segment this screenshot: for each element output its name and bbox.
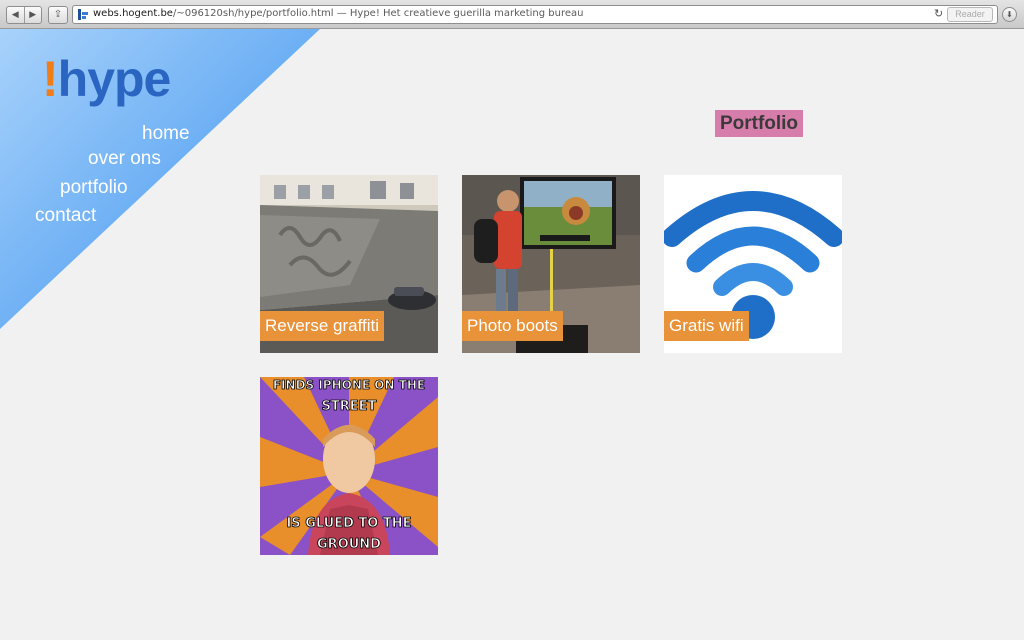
portfolio-item-photo-boots[interactable]: Photo boots — [462, 175, 640, 353]
back-button[interactable]: ◀ — [7, 7, 25, 23]
address-bar[interactable]: webs.hogent.be/~096120sh/hype/portfolio.… — [72, 5, 998, 24]
svg-text:FINDS IPHONE ON THE: FINDS IPHONE ON THE — [273, 378, 425, 392]
forward-button[interactable]: ▶ — [25, 7, 42, 23]
svg-text:IS GLUED TO THE: IS GLUED TO THE — [286, 516, 411, 531]
nav-home[interactable]: home — [142, 123, 190, 145]
svg-text:GROUND: GROUND — [317, 537, 381, 552]
reader-button[interactable]: Reader — [947, 7, 993, 22]
browser-toolbar: ◀ ▶ ⇪ webs.hogent.be/~096120sh/hype/port… — [0, 0, 1024, 29]
url-host: webs.hogent.be — [93, 8, 173, 19]
portfolio-caption: Gratis wifi — [664, 311, 749, 341]
reload-icon[interactable]: ↻ — [934, 7, 943, 20]
portfolio-item-meme[interactable]: FINDS IPHONE ON THE STREET IS GLUED TO T… — [260, 377, 438, 555]
share-button[interactable]: ⇪ — [48, 6, 68, 24]
portfolio-caption: Photo boots — [462, 311, 563, 341]
logo-text: hype — [57, 51, 172, 107]
portfolio-item-reverse-graffiti[interactable]: Reverse graffiti — [260, 175, 438, 353]
url-title: — Hype! Het creatieve guerilla marketing… — [333, 8, 584, 19]
history-buttons: ◀ ▶ — [6, 6, 42, 24]
url-text: webs.hogent.be/~096120sh/hype/portfolio.… — [93, 8, 583, 19]
download-icon[interactable]: ⬇ — [1002, 7, 1017, 22]
nav-over-ons[interactable]: over ons — [88, 148, 161, 170]
nav-portfolio[interactable]: portfolio — [60, 177, 128, 199]
url-path: /~096120sh/hype/portfolio.html — [172, 8, 334, 19]
page-title: Portfolio — [715, 110, 803, 137]
svg-text:STREET: STREET — [322, 399, 377, 414]
meme-image: FINDS IPHONE ON THE STREET IS GLUED TO T… — [260, 377, 438, 555]
portfolio-item-gratis-wifi[interactable]: Gratis wifi — [664, 175, 842, 353]
logo-mark: ! — [42, 51, 59, 107]
portfolio-caption: Reverse graffiti — [260, 311, 385, 341]
web-page: !hype home over ons portfolio contact Po… — [0, 29, 1024, 640]
hype-logo[interactable]: !hype — [42, 51, 172, 107]
favicon-icon — [76, 8, 89, 21]
nav-contact[interactable]: contact — [35, 205, 96, 227]
